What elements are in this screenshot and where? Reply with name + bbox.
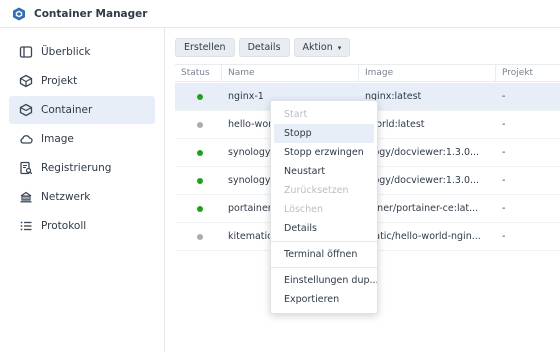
column-header-name[interactable]: Name — [222, 64, 359, 82]
create-button[interactable]: Erstellen — [175, 38, 235, 57]
cloud-icon — [20, 135, 33, 144]
status-running-icon — [197, 205, 203, 212]
project-cell: - — [502, 119, 506, 130]
menu-item-delete: Löschen — [284, 204, 323, 215]
action-button-label: Aktion — [302, 42, 333, 53]
sidebar-item-label: Überblick — [41, 46, 91, 58]
registry-icon — [20, 161, 33, 175]
menu-divider — [271, 267, 377, 268]
project-cell: - — [502, 91, 506, 102]
details-button-label: Details — [247, 42, 281, 53]
create-button-label: Erstellen — [184, 42, 226, 53]
column-header-image[interactable]: Image — [359, 64, 496, 82]
menu-item-reset: Zurücksetzen — [284, 185, 349, 196]
project-cell: - — [502, 175, 506, 186]
menu-item-force-stop[interactable]: Stopp erzwingen — [271, 143, 377, 162]
network-icon — [20, 191, 32, 203]
sidebar-item-network[interactable]: Netzwerk — [9, 183, 155, 211]
sidebar: Überblick Projekt Container Image Regist… — [0, 28, 165, 352]
menu-divider — [271, 241, 377, 242]
project-cell: - — [502, 203, 506, 214]
sidebar-item-log[interactable]: Protokoll — [9, 212, 155, 240]
menu-item-details[interactable]: Details — [271, 219, 377, 238]
project-cell: - — [502, 147, 506, 158]
sidebar-item-project[interactable]: Projekt — [9, 67, 155, 95]
sidebar-item-label: Netzwerk — [41, 191, 91, 203]
table-header: Status Name Image Projekt — [175, 64, 560, 82]
column-header-status[interactable]: Status — [175, 64, 222, 82]
overview-icon — [19, 46, 33, 58]
status-stopped-icon — [197, 233, 203, 240]
menu-item-stop[interactable]: Stopp — [274, 124, 374, 143]
action-dropdown-button[interactable]: Aktion ▾ — [293, 38, 351, 57]
sidebar-item-label: Image — [41, 133, 74, 145]
log-icon — [20, 221, 32, 231]
status-cell — [197, 111, 207, 139]
column-header-project[interactable]: Projekt — [496, 64, 560, 82]
status-cell — [197, 195, 207, 223]
sidebar-item-label: Container — [41, 104, 93, 116]
image-cell: matic/hello-world-ngin... — [365, 231, 481, 242]
status-running-icon — [197, 149, 203, 156]
status-cell — [197, 139, 207, 167]
sidebar-item-overview[interactable]: Überblick — [9, 38, 155, 66]
sidebar-item-label: Registrierung — [41, 162, 112, 174]
sidebar-item-label: Projekt — [41, 75, 78, 87]
menu-item-open-terminal[interactable]: Terminal öffnen — [271, 245, 377, 264]
status-cell — [197, 83, 207, 111]
image-cell: ology/docviewer:1.3.0... — [365, 147, 480, 158]
image-cell: nginx:latest — [365, 91, 422, 102]
sidebar-item-container[interactable]: Container — [9, 96, 155, 124]
sidebar-item-registry[interactable]: Registrierung — [9, 154, 155, 182]
status-running-icon — [197, 93, 203, 100]
status-cell — [197, 167, 207, 195]
container-table: Status Name Image Projekt nginx-1 nginx:… — [175, 64, 560, 251]
menu-item-export[interactable]: Exportieren — [271, 290, 377, 309]
menu-item-restart[interactable]: Neustart — [271, 162, 377, 181]
image-cell: tainer/portainer-ce:lat... — [365, 203, 479, 214]
image-cell: -world:latest — [365, 119, 425, 130]
container-manager-logo-icon — [13, 7, 25, 20]
chevron-down-icon: ▾ — [337, 43, 342, 52]
container-icon — [19, 103, 33, 117]
menu-item-start: Start — [284, 109, 308, 120]
toolbar: Erstellen Details Aktion ▾ — [175, 38, 351, 57]
project-cell: - — [502, 231, 506, 242]
status-cell — [197, 223, 207, 251]
details-button[interactable]: Details — [238, 38, 290, 57]
menu-item-duplicate-settings[interactable]: Einstellungen dup... — [271, 271, 377, 290]
project-icon — [19, 74, 33, 88]
app-title: Container Manager — [34, 7, 148, 20]
status-running-icon — [197, 177, 203, 184]
sidebar-item-image[interactable]: Image — [9, 125, 155, 153]
image-cell: ology/docviewer:1.3.0... — [365, 175, 480, 186]
status-stopped-icon — [197, 121, 203, 128]
context-menu: Start Stopp Stopp erzwingen Neustart Zur… — [270, 100, 378, 314]
title-bar: Container Manager — [0, 0, 560, 28]
sidebar-item-label: Protokoll — [41, 220, 87, 232]
